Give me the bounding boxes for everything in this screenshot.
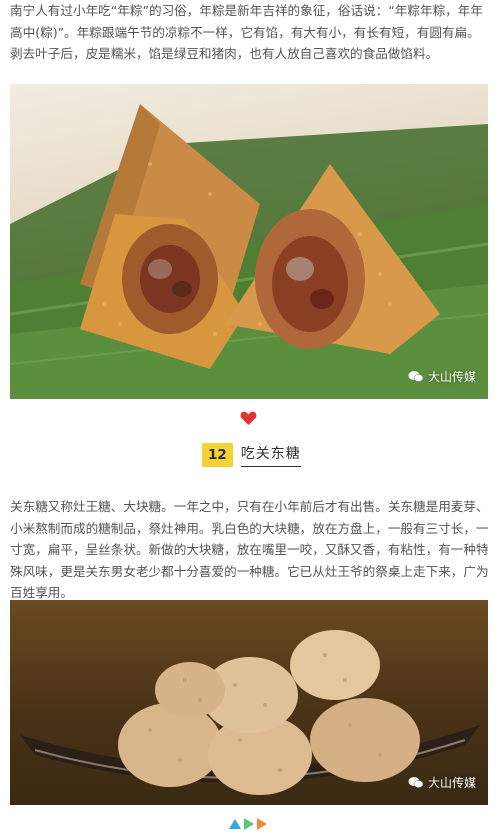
heart-icon — [240, 411, 257, 425]
zongzi-illustration — [10, 104, 488, 399]
triangle-right-icon — [257, 818, 267, 830]
section-header: 12 吃关东糖 — [202, 443, 301, 467]
triangle-right-icon — [244, 818, 254, 830]
watermark-label: 大山传媒 — [427, 370, 476, 384]
triangle-up-icon — [229, 819, 241, 829]
section-number-badge: 12 — [202, 443, 233, 467]
guandong-candy-photo: 大山传媒 — [10, 600, 488, 805]
image-watermark: 大山传媒 — [408, 368, 476, 385]
guandong-candy-paragraph: 关东糖又称灶王糖、大块糖。一年之中，只有在小年前后才有出售。关东糖是用麦芽、小米… — [10, 499, 489, 600]
watermark-label: 大山传媒 — [427, 776, 476, 790]
footer-arrows — [229, 818, 267, 830]
wechat-icon — [408, 371, 424, 382]
image-watermark: 大山传媒 — [408, 774, 476, 791]
section-title: 吃关东糖 — [240, 443, 301, 467]
intro-paragraph: 南宁人有过小年吃“年粽”的习俗，年粽是新年吉祥的象征，俗话说：“年粽年粽，年年高… — [10, 3, 483, 61]
zongzi-photo: 大山传媒 — [10, 84, 488, 399]
wechat-icon — [408, 777, 424, 788]
